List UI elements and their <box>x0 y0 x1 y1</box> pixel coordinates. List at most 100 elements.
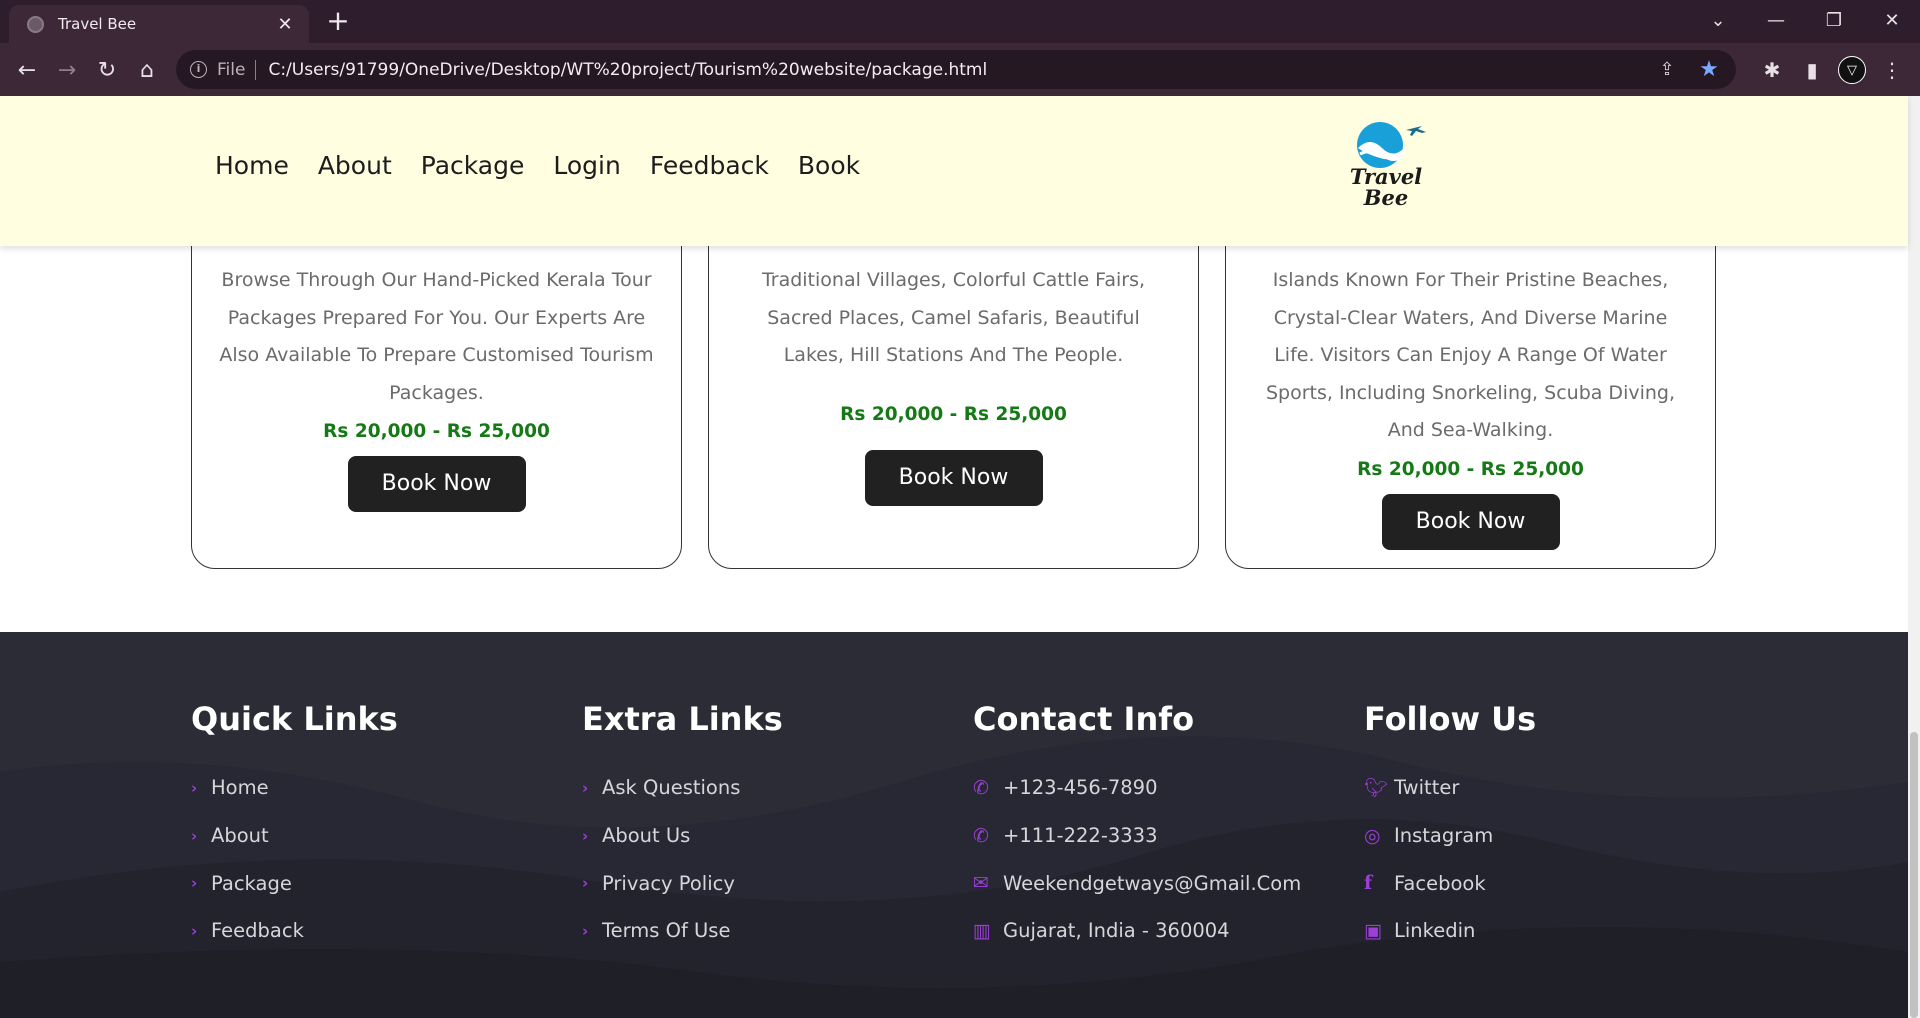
social-label: Linkedin <box>1394 919 1476 943</box>
chevron-right-icon: › <box>191 921 198 940</box>
footer-link-label: Home <box>211 776 269 800</box>
bookmark-star-icon[interactable]: ★ <box>1696 56 1722 82</box>
envelope-icon: ✉ <box>973 872 989 895</box>
close-tab-icon[interactable]: ✕ <box>275 14 295 35</box>
footer-contact-info: Contact Info ✆ +123-456-7890 ✆ +111-222-33… <box>973 700 1301 955</box>
social-label: Instagram <box>1394 824 1494 848</box>
footer-link-privacy-policy[interactable]: › Privacy Policy <box>582 859 783 907</box>
footer-link-label: Package <box>211 871 292 895</box>
phone-icon: ✆ <box>973 776 989 799</box>
address-bar[interactable]: i File C:/Users/91799/OneDrive/Desktop/W… <box>176 50 1736 89</box>
card-price: Rs 20,000 - Rs 25,000 <box>840 403 1067 425</box>
info-icon[interactable]: i <box>190 61 207 78</box>
browser-tab[interactable]: Travel Bee ✕ <box>9 5 309 43</box>
footer-link-label: About <box>211 824 269 848</box>
chevron-right-icon: › <box>191 826 198 845</box>
extensions-icon[interactable]: ✱ <box>1757 55 1787 85</box>
contact-phone-2[interactable]: ✆ +111-222-3333 <box>973 812 1301 860</box>
footer-link-label: About Us <box>602 824 691 848</box>
card-price: Rs 20,000 - Rs 25,000 <box>1357 458 1584 480</box>
close-window-icon[interactable]: ✕ <box>1864 0 1920 40</box>
card-description: Islands Known For Their Pristine Beaches… <box>1265 269 1676 441</box>
footer-link-about-us[interactable]: › About Us <box>582 812 783 860</box>
book-now-button[interactable]: Book Now <box>864 449 1043 506</box>
footer-link-feedback[interactable]: › Feedback <box>191 907 398 955</box>
social-label: Facebook <box>1394 871 1486 895</box>
contact-email[interactable]: ✉ Weekendgetways@Gmail.Com <box>973 859 1301 907</box>
contact-address[interactable]: ▥ Gujarat, India - 360004 <box>973 907 1301 955</box>
footer-link-about[interactable]: › About <box>191 812 398 860</box>
tab-title: Travel Bee <box>58 15 137 33</box>
footer-link-label: Feedback <box>211 919 304 943</box>
logo-line-1: Travel <box>1349 164 1423 189</box>
globe-icon <box>27 15 44 33</box>
chevron-right-icon: › <box>582 921 589 940</box>
contact-text: Gujarat, India - 360004 <box>1003 919 1230 943</box>
nav-about[interactable]: About <box>318 151 392 180</box>
menu-kebab-icon[interactable]: ⋮ <box>1877 55 1907 85</box>
nav-package[interactable]: Package <box>421 151 525 180</box>
forward-icon[interactable]: → <box>52 55 82 85</box>
instagram-icon: ◎ <box>1364 824 1381 847</box>
chevron-right-icon: › <box>582 874 589 893</box>
main-nav: Home About Package Login Feedback Book <box>215 151 860 180</box>
back-icon[interactable]: ← <box>12 55 42 85</box>
minimize-icon[interactable]: — <box>1748 0 1804 40</box>
new-tab-button[interactable]: + <box>323 6 353 36</box>
book-now-button[interactable]: Book Now <box>347 456 526 512</box>
logo-line-2: Bee <box>1363 185 1409 210</box>
card-description: Browse Through Our Hand-Picked Kerala To… <box>219 269 654 404</box>
chevron-right-icon: › <box>191 778 198 797</box>
contact-text: +111-222-3333 <box>1003 824 1158 848</box>
footer-extra-links: Extra Links › Ask Questions › About Us › Pr… <box>582 700 783 955</box>
footer-heading: Quick Links <box>191 700 398 738</box>
contact-text: Weekendgetways@Gmail.Com <box>1003 871 1302 895</box>
side-panel-icon[interactable]: ▮ <box>1797 55 1827 85</box>
footer-link-package[interactable]: › Package <box>191 859 398 907</box>
footer-link-ask-questions[interactable]: › Ask Questions <box>582 764 783 812</box>
restore-icon[interactable]: ❐ <box>1806 0 1862 40</box>
site-header: Home About Package Login Feedback Book T… <box>0 96 1908 246</box>
file-label: File <box>217 59 246 80</box>
footer-link-home[interactable]: › Home <box>191 764 398 812</box>
phone-icon: ✆ <box>973 824 989 847</box>
social-instagram[interactable]: ◎ Instagram <box>1364 812 1536 860</box>
book-now-button[interactable]: Book Now <box>1381 493 1560 550</box>
footer-link-label: Terms Of Use <box>602 919 731 943</box>
card-description: Traditional Villages, Colorful Cattle Fa… <box>761 269 1146 366</box>
home-icon[interactable]: ⌂ <box>132 55 162 85</box>
logo-text: Travel Bee <box>1336 166 1436 208</box>
facebook-icon: f <box>1364 872 1373 895</box>
url-text[interactable]: C:/Users/91799/OneDrive/Desktop/WT%20pro… <box>268 60 987 80</box>
reload-icon[interactable]: ↻ <box>92 55 122 85</box>
linkedin-icon: ▣ <box>1364 919 1382 942</box>
browser-tab-strip: Travel Bee ✕ + ⌄ — ❐ ✕ <box>0 0 1920 43</box>
nav-book[interactable]: Book <box>798 151 860 180</box>
social-twitter[interactable]: 🐦︎ Twitter <box>1364 764 1536 812</box>
separator <box>255 59 257 80</box>
chevron-right-icon: › <box>191 874 198 893</box>
globe-plane-icon <box>1357 122 1426 168</box>
nav-feedback[interactable]: Feedback <box>650 151 769 180</box>
footer-quick-links: Quick Links › Home › About › Package › Feedb… <box>191 700 398 955</box>
travel-bee-logo[interactable]: Travel Bee <box>1336 118 1436 218</box>
nav-home[interactable]: Home <box>215 151 289 180</box>
footer-heading: Extra Links <box>582 700 783 738</box>
chevron-right-icon: › <box>582 826 589 845</box>
social-linkedin[interactable]: ▣ Linkedin <box>1364 907 1536 955</box>
page-scrollbar[interactable] <box>1908 96 1920 1018</box>
social-label: Twitter <box>1394 776 1460 800</box>
page-viewport: Browse Through Our Hand-Picked Kerala To… <box>0 96 1920 1018</box>
map-icon: ▥ <box>973 919 991 942</box>
footer-heading: Follow Us <box>1364 700 1537 738</box>
footer-heading: Contact Info <box>973 700 1195 738</box>
profile-avatar[interactable]: ▽ <box>1837 55 1867 85</box>
scrollbar-thumb[interactable] <box>1910 732 1918 1018</box>
contact-phone-1[interactable]: ✆ +123-456-7890 <box>973 764 1301 812</box>
footer-follow-us: Follow Us 🐦︎ Twitter ◎ Instagram f Facebook… <box>1364 700 1536 955</box>
social-facebook[interactable]: f Facebook <box>1364 859 1536 907</box>
tab-search-icon[interactable]: ⌄ <box>1690 0 1746 40</box>
share-icon[interactable]: ⇪ <box>1654 56 1680 82</box>
nav-login[interactable]: Login <box>553 151 620 180</box>
footer-link-terms-of-use[interactable]: › Terms Of Use <box>582 907 783 955</box>
